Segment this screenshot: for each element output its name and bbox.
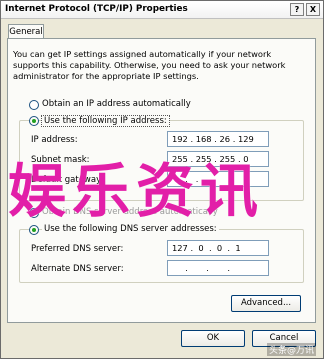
overlay-banner-text: 娱乐资讯 <box>8 157 265 225</box>
use-following-ip-radio[interactable] <box>29 116 39 126</box>
title-bar: Internet Protocol (TCP/IP) Properties ? … <box>1 1 323 19</box>
alternate-dns-value: . . . <box>172 263 233 273</box>
help-button[interactable]: ? <box>290 3 304 16</box>
advanced-button[interactable]: Advanced... <box>231 295 301 312</box>
alternate-dns-label: Alternate DNS server: <box>31 264 124 274</box>
description-text: You can get IP settings assigned automat… <box>13 49 286 81</box>
tab-general[interactable]: General <box>8 24 44 39</box>
obtain-ip-auto-label[interactable]: Obtain an IP address automatically <box>42 99 191 109</box>
alternate-dns-field[interactable]: . . . <box>167 260 269 276</box>
ok-button[interactable]: OK <box>181 330 245 347</box>
preferred-dns-field[interactable]: 127 . 0 . 0 . 1 <box>167 240 269 256</box>
preferred-dns-label: Preferred DNS server: <box>31 244 124 254</box>
obtain-ip-auto-radio[interactable] <box>29 100 39 110</box>
watermark: 头条@万讯 <box>266 343 316 356</box>
preferred-dns-value: 127 . 0 . 0 . 1 <box>172 243 241 253</box>
window-title: Internet Protocol (TCP/IP) Properties <box>5 4 188 14</box>
use-following-ip-label[interactable]: Use the following IP address: <box>41 115 170 127</box>
close-button[interactable]: X <box>306 3 320 16</box>
ip-address-value: 192 . 168 . 26 . 129 <box>172 134 254 144</box>
